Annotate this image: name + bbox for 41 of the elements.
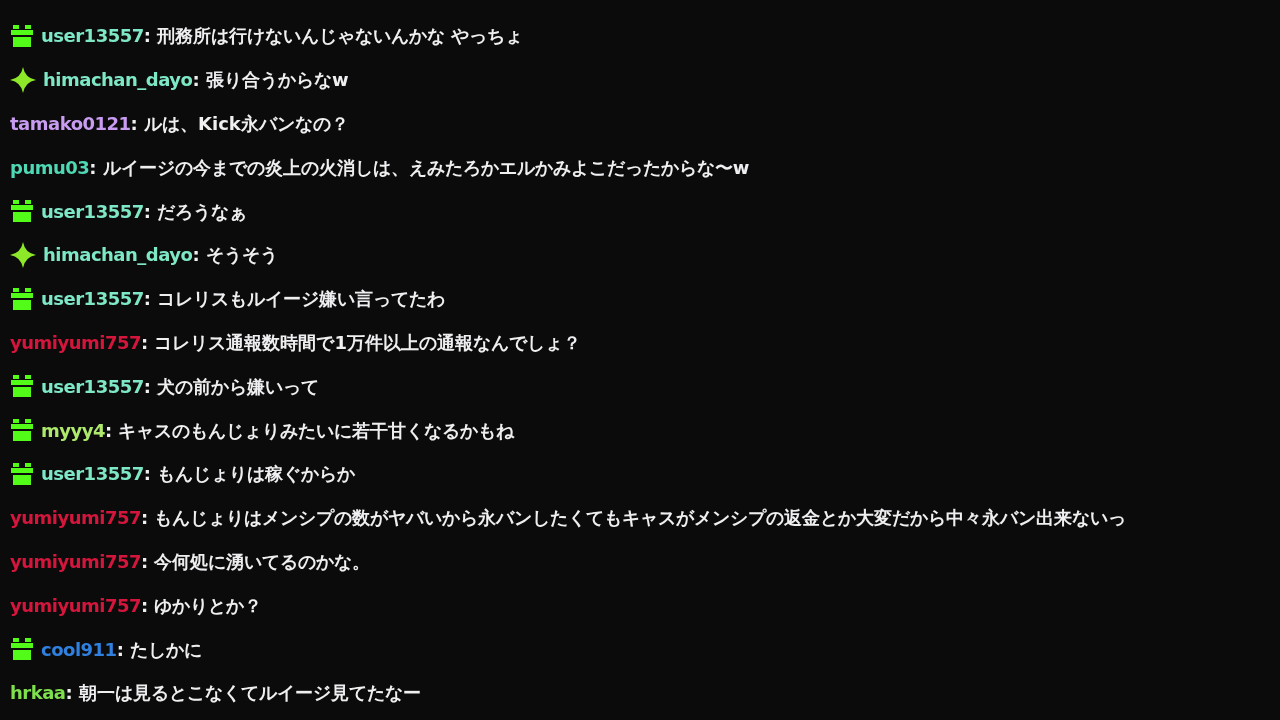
username[interactable]: myyy4	[41, 416, 105, 444]
message-text: : コレリスもルイージ嫌い言ってたわ	[143, 287, 446, 312]
message-text: : 朝一は見るとこなくてルイージ見てたなー	[65, 681, 421, 706]
gift-icon	[10, 462, 34, 485]
username[interactable]: himachan_dayo	[43, 241, 193, 269]
username[interactable]: user13557	[41, 285, 144, 313]
message-text: : そうそう	[192, 243, 278, 268]
username[interactable]: user13557	[41, 22, 144, 50]
message-text: : だろうなぁ	[143, 199, 248, 224]
username[interactable]: user13557	[41, 372, 144, 400]
username[interactable]: pumu03	[10, 153, 90, 181]
username[interactable]: hrkaa	[10, 679, 66, 707]
message-text: : 張り合うからなw	[192, 68, 349, 93]
username[interactable]: cool911	[41, 635, 117, 663]
gift-icon	[10, 638, 34, 661]
message-text: : たしかに	[116, 637, 203, 662]
message-text: : ゆかりとか？	[141, 593, 263, 618]
message-text: : 犬の前から嫌いって	[143, 374, 320, 399]
username[interactable]: yumiyumi757	[10, 328, 142, 356]
message-text: : ルは、Kick永バンなの？	[130, 112, 349, 136]
username[interactable]: user13557	[41, 460, 144, 488]
username[interactable]: yumiyumi757	[10, 591, 142, 619]
gift-icon	[10, 24, 34, 47]
message-text: : キャスのもんじょりみたいに若干甘くなるかもね	[105, 418, 515, 443]
gift-icon	[10, 287, 34, 310]
username[interactable]: himachan_dayo	[43, 66, 193, 94]
message-text: : コレリス通報数時間で1万件以上の通報なんでしょ？	[141, 330, 582, 355]
sparkle-icon	[10, 241, 36, 268]
message-text: : もんじょりはメンシプの数がヤバいから永バンしたくてもキャスがメンシプの返金とか大変だから中々永バン出来ないっ	[141, 506, 1127, 531]
message-text: : 刑務所は行けないんじゃないんかな やっちょ	[143, 24, 524, 49]
message-text: : ルイージの今までの炎上の火消しは、えみたろかエルかみよこだったからな〜w	[89, 155, 750, 180]
gift-icon	[10, 200, 34, 223]
sparkle-icon	[10, 66, 36, 93]
gift-icon	[10, 375, 34, 398]
username[interactable]: yumiyumi757	[10, 504, 142, 532]
gift-icon	[10, 419, 34, 442]
message-text: : 今何処に湧いてるのかな。	[141, 549, 371, 574]
username[interactable]: user13557	[41, 197, 144, 225]
username[interactable]: tamako0121	[10, 110, 131, 137]
message-text: : もんじょりは稼ぐからか	[143, 462, 356, 487]
username[interactable]: yumiyumi757	[10, 547, 142, 575]
